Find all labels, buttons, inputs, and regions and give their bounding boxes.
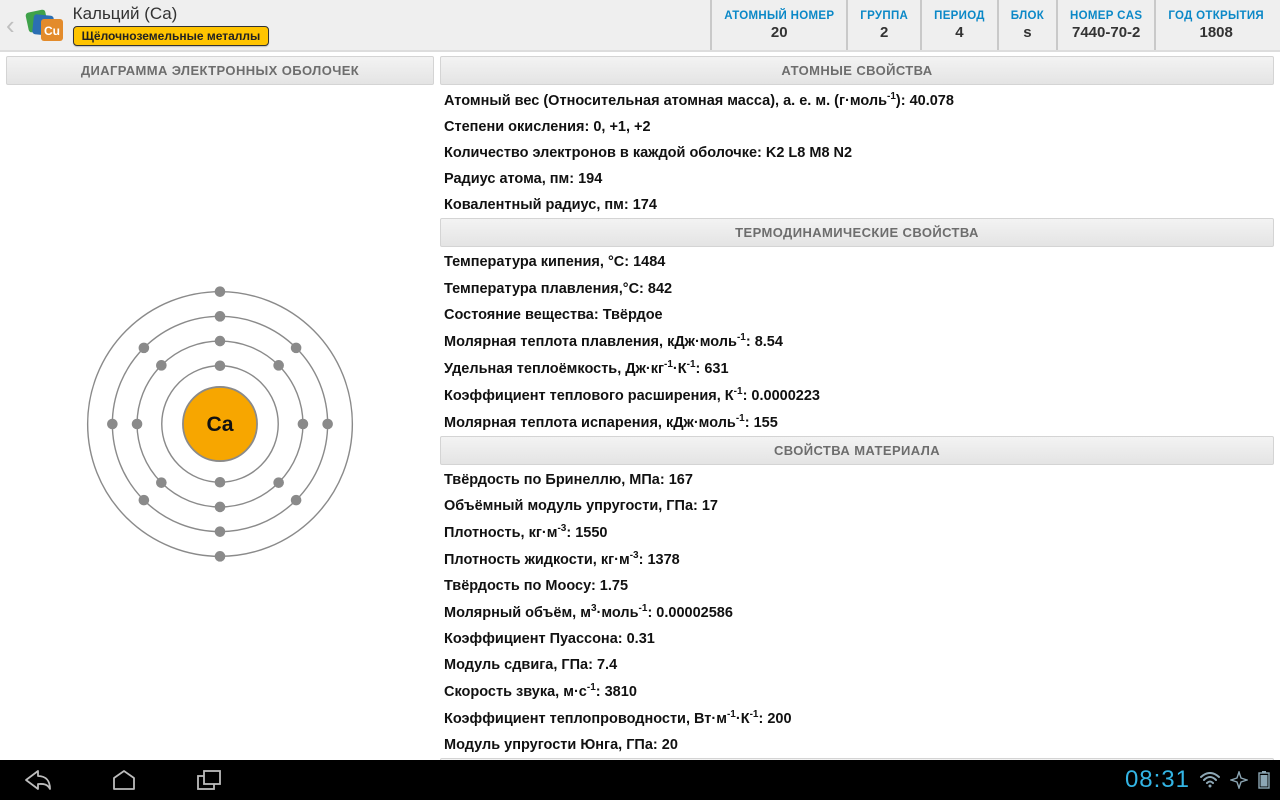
airplane-icon <box>1230 771 1248 789</box>
stat-value: 20 <box>771 24 788 41</box>
property-row: Удельная теплоёмкость, Дж·кг-1·К-1: 631 <box>440 355 1274 382</box>
right-column: АТОМНЫЕ СВОЙСТВААтомный вес (Относительн… <box>440 56 1274 760</box>
stat-label: НОМЕР CAS <box>1070 10 1142 22</box>
property-row: Состояние вещества: Твёрдое <box>440 302 1274 328</box>
property-row: Температура кипения, °C: 1484 <box>440 249 1274 275</box>
property-row: Молярная теплота плавления, кДж·моль-1: … <box>440 328 1274 355</box>
back-icon[interactable]: ‹ <box>4 10 19 41</box>
stat-label: ПЕРИОД <box>934 10 985 22</box>
section-header: ТЕРМОДИНАМИЧЕСКИЕ СВОЙСТВА <box>440 218 1274 247</box>
property-row: Радиус атома, пм: 194 <box>440 166 1274 192</box>
stat-4[interactable]: НОМЕР CAS 7440-70-2 <box>1056 0 1154 50</box>
property-row: Ковалентный радиус, пм: 174 <box>440 192 1274 218</box>
stat-3[interactable]: БЛОК s <box>997 0 1056 50</box>
stat-5[interactable]: ГОД ОТКРЫТИЯ 1808 <box>1154 0 1276 50</box>
content: ДИАГРАММА ЭЛЕКТРОННЫХ ОБОЛОЧЕК Ca АТОМНЫ… <box>0 52 1280 760</box>
stat-value: 2 <box>880 24 888 41</box>
battery-icon <box>1258 771 1270 789</box>
electron-shell-diagram: Ca <box>6 87 434 760</box>
stat-1[interactable]: ГРУППА 2 <box>846 0 920 50</box>
stat-label: АТОМНЫЙ НОМЕР <box>724 10 834 22</box>
system-navbar: 08:31 <box>0 760 1280 800</box>
stat-value: 1808 <box>1200 24 1233 41</box>
stat-2[interactable]: ПЕРИОД 4 <box>920 0 997 50</box>
svg-text:Ca: Ca <box>206 413 233 436</box>
property-row: Модуль сдвига, ГПа: 7.4 <box>440 652 1274 678</box>
property-row: Коэффициент Пуассона: 0.31 <box>440 626 1274 652</box>
property-row: Температура плавления,°C: 842 <box>440 276 1274 302</box>
property-row: Молярная теплота испарения, кДж·моль-1: … <box>440 409 1274 436</box>
stat-0[interactable]: АТОМНЫЙ НОМЕР 20 <box>710 0 846 50</box>
stat-value: 7440-70-2 <box>1072 24 1140 41</box>
stat-value: 4 <box>955 24 963 41</box>
status-area: 08:31 <box>1125 766 1270 794</box>
element-title: Кальций (Ca) <box>73 4 270 24</box>
section-header-shells: ДИАГРАММА ЭЛЕКТРОННЫХ ОБОЛОЧЕК <box>6 56 434 85</box>
category-badge: Щёлочноземельные металлы <box>73 26 270 46</box>
title-block: Кальций (Ca) Щёлочноземельные металлы <box>73 4 270 46</box>
svg-text:Cu: Cu <box>44 24 60 38</box>
topbar: ‹ Cu Кальций (Ca) Щёлочноземельные метал… <box>0 0 1280 52</box>
stat-label: ГРУППА <box>860 10 908 22</box>
section-header: СВОЙСТВА МАТЕРИАЛА <box>440 436 1274 465</box>
property-row: Атомный вес (Относительная атомная масса… <box>440 87 1274 114</box>
wifi-icon <box>1200 772 1220 788</box>
property-row: Коэффициент теплопроводности, Вт·м-1·К-1… <box>440 705 1274 732</box>
property-row: Степени окисления: 0, +1, +2 <box>440 114 1274 140</box>
app-icon[interactable]: Cu <box>25 5 65 45</box>
stat-label: ГОД ОТКРЫТИЯ <box>1168 10 1264 22</box>
property-row: Объёмный модуль упругости, ГПа: 17 <box>440 493 1274 519</box>
nav-back-button[interactable] <box>10 760 66 800</box>
property-row: Плотность жидкости, кг·м-3: 1378 <box>440 546 1274 573</box>
nav-home-button[interactable] <box>96 760 152 800</box>
clock: 08:31 <box>1125 766 1190 794</box>
header-stats: АТОМНЫЙ НОМЕР 20 ГРУППА 2 ПЕРИОД 4 БЛОК s НОМЕР … <box>710 0 1276 50</box>
property-row: Молярный объём, м3·моль-1: 0.00002586 <box>440 599 1274 626</box>
nav-recent-button[interactable] <box>182 760 238 800</box>
property-row: Твёрдость по Бринеллю, МПа: 167 <box>440 467 1274 493</box>
left-column: ДИАГРАММА ЭЛЕКТРОННЫХ ОБОЛОЧЕК Ca <box>6 56 434 760</box>
property-row: Плотность, кг·м-3: 1550 <box>440 519 1274 546</box>
property-row: Модуль упругости Юнга, ГПа: 20 <box>440 732 1274 758</box>
property-row: Количество электронов в каждой оболочке:… <box>440 140 1274 166</box>
stat-value: s <box>1023 24 1031 41</box>
property-row: Скорость звука, м·с-1: 3810 <box>440 678 1274 705</box>
stat-label: БЛОК <box>1011 10 1044 22</box>
property-row: Твёрдость по Моосу: 1.75 <box>440 573 1274 599</box>
section-header: АТОМНЫЕ СВОЙСТВА <box>440 56 1274 85</box>
property-row: Коэффициент теплового расширения, К-1: 0… <box>440 382 1274 409</box>
